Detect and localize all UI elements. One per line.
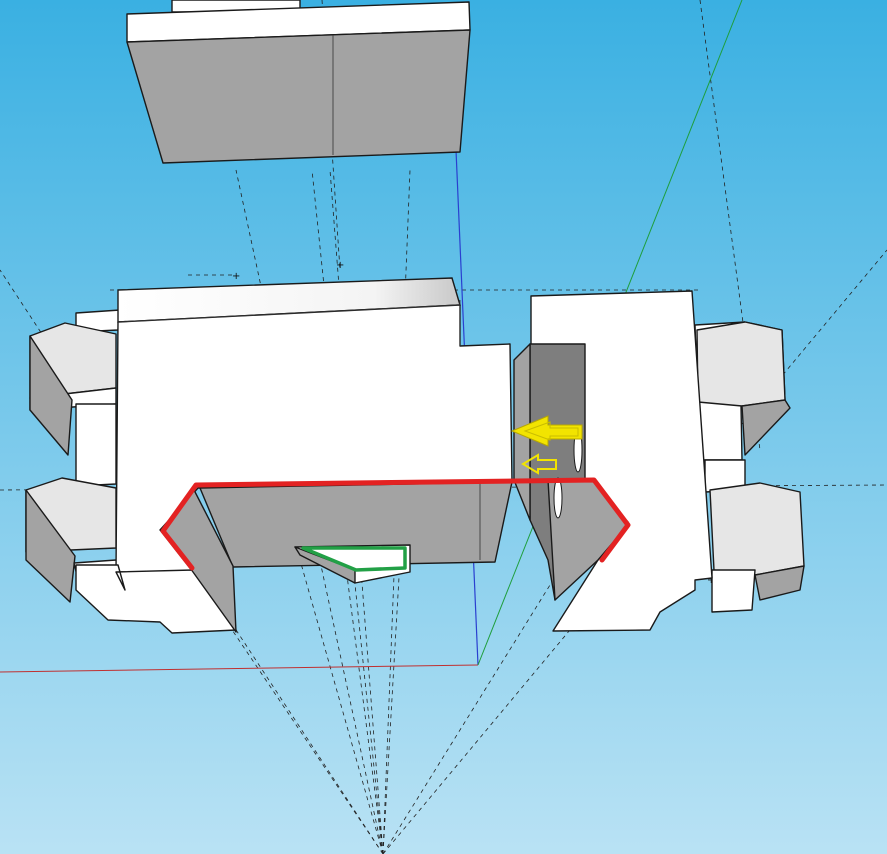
top-block-bottom-face: [126, 29, 471, 164]
svg-text:+: +: [232, 271, 240, 282]
model-scene[interactable]: + + + + +: [0, 0, 887, 854]
hole-lower: [553, 477, 563, 519]
svg-text:+: +: [336, 260, 344, 271]
top-block[interactable]: [126, 0, 471, 164]
sketchup-3d-viewport[interactable]: + + + + +: [0, 0, 887, 854]
